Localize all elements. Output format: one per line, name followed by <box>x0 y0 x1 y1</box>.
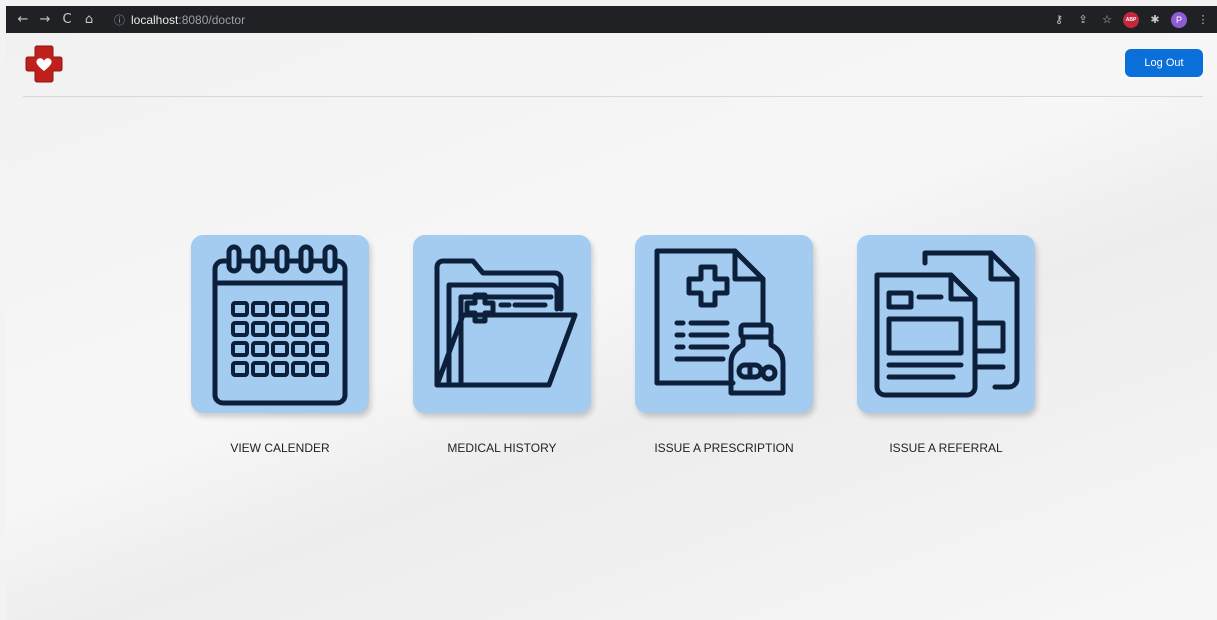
adblock-extension-icon[interactable]: ABP <box>1123 11 1139 28</box>
extensions-icon[interactable]: ✱ <box>1147 13 1163 26</box>
referral-documents-icon <box>874 250 1020 398</box>
logo-icon <box>25 45 63 83</box>
issue-referral-tile[interactable] <box>857 235 1035 413</box>
page: Log Out VIEW CALENDER MEDICAL HISTORY IS… <box>6 33 1217 620</box>
logout-button[interactable]: Log Out <box>1125 49 1203 77</box>
back-icon[interactable]: ← <box>12 9 34 31</box>
forward-icon[interactable]: → <box>34 9 56 31</box>
view-calendar-label[interactable]: VIEW CALENDER <box>170 441 390 455</box>
medical-history-label[interactable]: MEDICAL HISTORY <box>392 441 612 455</box>
bookmark-star-icon[interactable]: ☆ <box>1099 13 1115 26</box>
view-calendar-tile[interactable] <box>191 235 369 413</box>
issue-referral-label[interactable]: ISSUE A REFERRAL <box>836 441 1056 455</box>
menu-icon[interactable]: ⋮ <box>1195 13 1211 26</box>
site-info-icon[interactable]: ⓘ <box>114 12 125 28</box>
medical-folder-icon <box>434 258 578 388</box>
url-host: localhost <box>131 12 179 27</box>
address-bar[interactable]: ⓘ localhost:8080/doctor <box>104 9 1104 31</box>
issue-prescription-label[interactable]: ISSUE A PRESCRIPTION <box>614 441 834 455</box>
medical-history-tile[interactable] <box>413 235 591 413</box>
calendar-icon <box>212 244 348 406</box>
prescription-icon <box>654 248 786 396</box>
key-icon[interactable]: ⚷ <box>1051 13 1067 26</box>
share-icon[interactable]: ⇪ <box>1075 13 1091 26</box>
home-icon[interactable]: ⌂ <box>78 9 100 31</box>
reload-icon[interactable]: C <box>56 9 78 31</box>
issue-prescription-tile[interactable] <box>635 235 813 413</box>
url-path: :8080/doctor <box>178 12 246 27</box>
profile-avatar[interactable]: P <box>1171 11 1187 28</box>
browser-toolbar: ← → C ⌂ ⓘ localhost:8080/doctor ⚷ ⇪ ☆ AB… <box>6 6 1217 33</box>
header-divider <box>23 96 1203 97</box>
